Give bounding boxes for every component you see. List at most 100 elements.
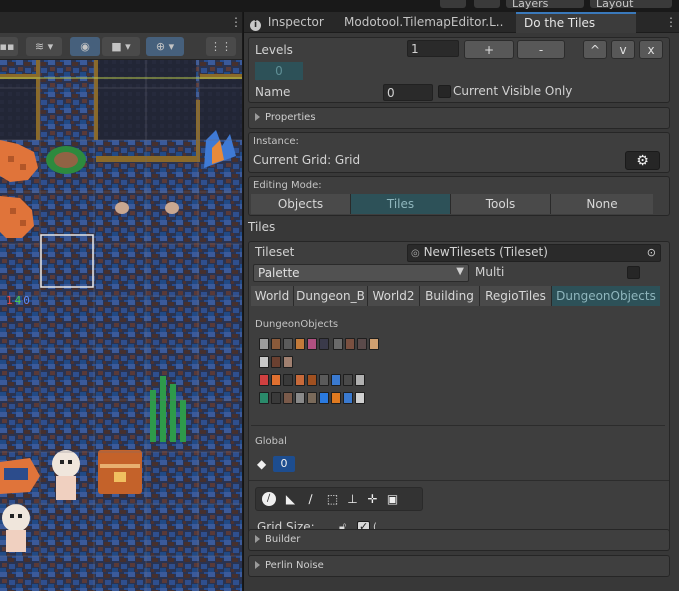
layers-dropdown[interactable]: Layers [506,0,584,10]
mode-tools[interactable]: Tools [451,194,551,214]
remove-level-button[interactable]: - [517,40,565,59]
editing-mode-panel: Editing Mode: Objects Tiles Tools None [248,176,670,216]
palette-tile[interactable] [283,374,293,386]
tileset-tab-regiotiles-label: RegioTiles [485,289,546,303]
tiles-panel: Tileset ◎ NewTilesets (Tileset) ⊙ Palett… [248,241,670,536]
palette-tile[interactable] [271,356,281,368]
palette-tile[interactable] [331,374,341,386]
palette-tile[interactable] [319,392,329,404]
palette-tile[interactable] [295,392,305,404]
scene-menu-icon[interactable]: ⋮ [230,15,242,29]
move-icon[interactable]: ✛ [364,490,381,507]
grid-settings-button[interactable]: ⚙ [625,151,660,170]
multi-checkbox[interactable] [627,266,640,279]
layers-visibility-dropdown[interactable]: ≋ ▾ [26,37,62,56]
gizmos-dropdown[interactable]: ⊕ ▾ [146,37,184,56]
move-up-label: ^ [589,42,601,57]
tab-tilemap-editor[interactable]: Modotool.TilemapEditor.L... [344,12,504,33]
coord-x: 1 [6,294,15,307]
palette-tile[interactable] [259,392,269,404]
mode-tools-label: Tools [485,197,516,211]
tileset-value: NewTilesets (Tileset) [423,245,548,259]
palette-tile[interactable] [343,374,353,386]
perlin-noise-foldout[interactable]: Perlin Noise [248,555,670,577]
tileset-tab-world[interactable]: World [251,286,294,306]
tilemap-drawing [0,60,242,591]
tileset-tab-world2[interactable]: World2 [368,286,420,306]
palette-tile[interactable] [319,338,329,350]
palette-tile[interactable] [331,392,341,404]
palette-tile[interactable] [283,356,293,368]
delete-level-button[interactable]: x [639,40,663,59]
palette-tile[interactable] [333,338,343,350]
palette-tile[interactable] [259,338,269,350]
frame-icon[interactable]: ▣ [384,490,401,507]
move-level-down-button[interactable]: v [611,40,635,59]
remove-level-label: - [538,42,544,57]
mode-objects-label: Objects [277,197,324,211]
eraser-control[interactable]: ◆ 0 [257,456,297,474]
tileset-tab-dungeonobjects[interactable]: DungeonObjects [552,286,660,306]
palette-tile[interactable] [283,338,293,350]
multi-label: Multi [475,265,505,279]
layers-label: Layers [512,0,549,10]
tileset-tab-building[interactable]: Building [420,286,480,306]
mode-objects[interactable]: Objects [251,194,351,214]
palette-tile[interactable] [355,374,365,386]
move-level-up-button[interactable]: ^ [583,40,607,59]
tileset-tab-dungeon-b[interactable]: Dungeon_B [294,286,368,306]
palette-tile[interactable] [307,374,317,386]
level-list-item[interactable]: 0 [255,62,303,80]
palette-group-label: DungeonObjects [255,319,339,330]
tileset-tab-world2-label: World2 [372,289,415,303]
palette-tile[interactable] [259,374,269,386]
camera-dropdown[interactable]: ■ ▾ [102,37,140,56]
palette-tile[interactable] [319,374,329,386]
palette-dropdown[interactable]: Palette ▼ [253,264,469,282]
layout-dropdown[interactable]: Layout [590,0,672,10]
name-input[interactable] [383,84,433,101]
fill-icon[interactable]: ◣ [282,490,299,507]
grid-snap-icon[interactable]: ⋮⋮ [206,37,236,56]
palette-tile[interactable] [307,338,317,350]
search-icon[interactable] [474,0,500,8]
tab-do-the-tiles[interactable]: Do the Tiles [516,12,636,33]
palette-tile[interactable] [343,392,353,404]
foldout-arrow-icon [255,561,260,569]
inspector-menu-icon[interactable]: ⋮ [665,15,677,29]
tileset-object-field[interactable]: ◎ NewTilesets (Tileset) ⊙ [407,244,661,262]
palette-tile[interactable] [357,338,367,350]
builder-foldout[interactable]: Builder [248,529,670,551]
palette-tile[interactable] [271,392,281,404]
current-visible-checkbox[interactable] [438,85,451,98]
palette-tile[interactable] [271,374,281,386]
object-picker-icon[interactable]: ⊙ [647,245,656,260]
tileset-tab-building-label: Building [425,289,474,303]
palette-tile[interactable] [259,356,269,368]
pivot-icon[interactable]: ▪▪ [0,37,18,56]
properties-foldout[interactable]: Properties [248,107,670,129]
palette-tile[interactable] [295,338,305,350]
scene-view[interactable]: ⋮ ▪▪ ≋ ▾ ◉ ■ ▾ ⊕ ▾ ⋮⋮ 140 [0,12,242,591]
tab-inspector[interactable]: i Inspector [250,12,342,33]
tile-palette-grid[interactable] [259,338,429,410]
history-icon[interactable] [440,0,466,8]
palette-tile[interactable] [271,338,281,350]
palette-tile[interactable] [295,374,305,386]
rect-select-icon[interactable]: ⬚ [324,490,341,507]
palette-tile[interactable] [307,392,317,404]
line-icon[interactable]: ∕ [302,490,319,507]
add-level-button[interactable]: + [464,40,514,59]
mode-none[interactable]: None [551,194,653,214]
brush-icon[interactable]: ∕ [260,490,277,507]
palette-tile[interactable] [345,338,355,350]
tilemap-canvas[interactable]: 140 [0,60,242,591]
hidden-eye-icon[interactable]: ◉ [70,37,100,56]
palette-tile[interactable] [355,392,365,404]
palette-tile[interactable] [369,338,379,350]
palette-tile[interactable] [283,392,293,404]
levels-input[interactable] [407,40,459,57]
stamp-icon[interactable]: ⊥ [344,490,361,507]
tileset-tab-regiotiles[interactable]: RegioTiles [480,286,552,306]
mode-tiles[interactable]: Tiles [351,194,451,214]
